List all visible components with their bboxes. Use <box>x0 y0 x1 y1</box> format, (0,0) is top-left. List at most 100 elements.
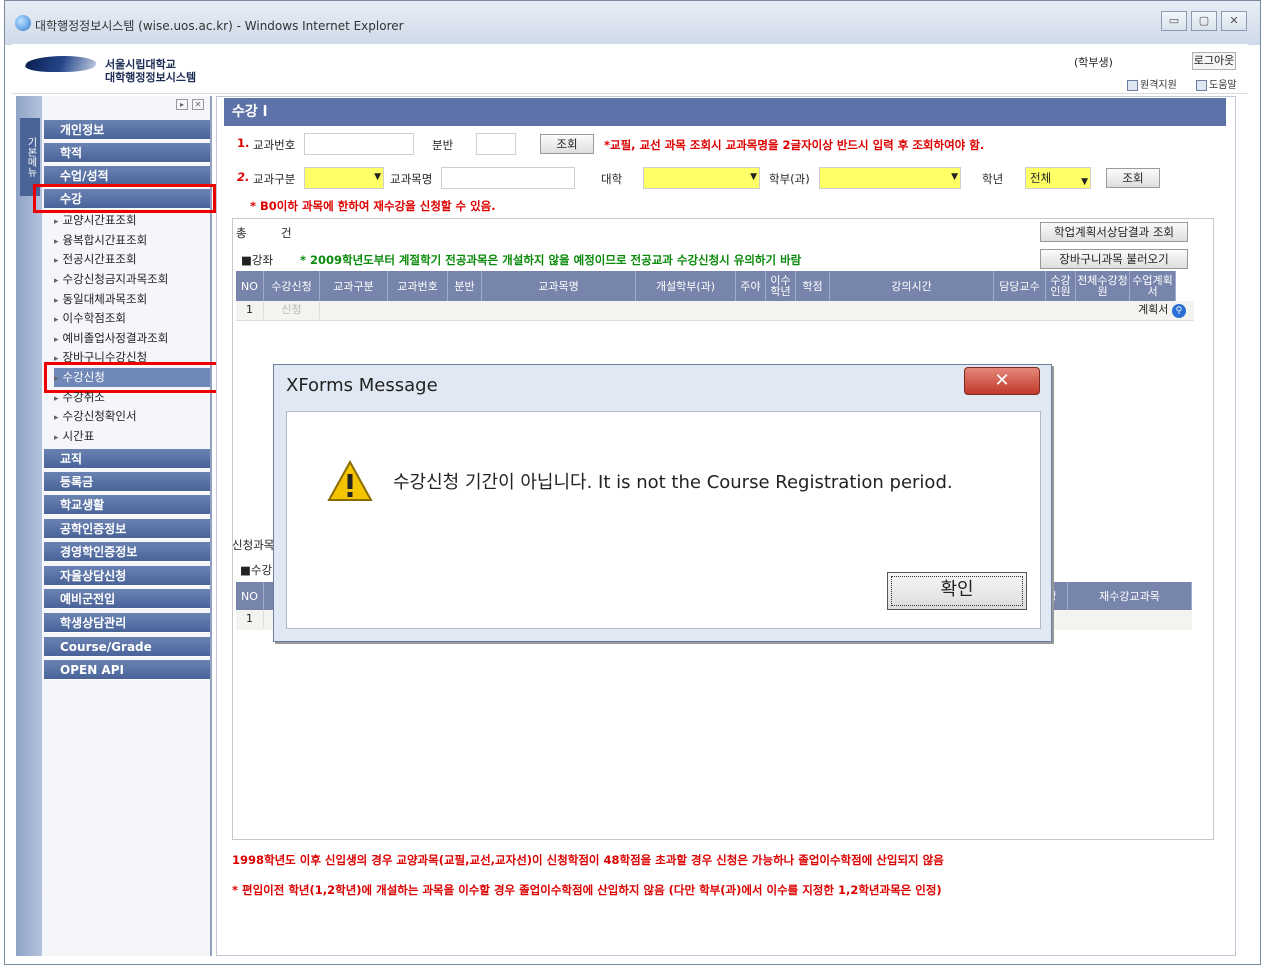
row1-number: 1. <box>237 136 249 150</box>
year-select[interactable]: 전체 ▼ <box>1025 167 1091 189</box>
help-label: 도움말 <box>1209 80 1237 91</box>
submenu-credits[interactable]: 이수학점조회 <box>54 309 210 328</box>
submenu-course-drop[interactable]: 수강취소 <box>54 388 210 407</box>
year-value: 전체 <box>1030 171 1052 185</box>
lecture-notice: * 2009학년도부터 계절학기 전공과목은 개설하지 않을 예정이므로 전공교… <box>300 253 802 267</box>
menu-counseling-request[interactable]: 자율상담신청 <box>44 566 210 586</box>
close-window-button[interactable]: ✕ <box>1221 11 1247 31</box>
remote-support-link[interactable]: 원격지원 <box>1127 76 1177 91</box>
college-select[interactable]: ▼ <box>643 167 760 189</box>
maximize-button[interactable]: ▢ <box>1191 11 1217 31</box>
row2-no: 1 <box>236 610 264 628</box>
course-no-input[interactable] <box>304 133 414 155</box>
logout-button[interactable]: 로그아웃 <box>1192 52 1236 70</box>
ie-icon <box>15 15 31 31</box>
dialog-title: XForms Message <box>286 375 438 396</box>
menu-course-grade[interactable]: Course/Grade <box>44 637 210 657</box>
course-no-label: 교과번호 <box>253 138 296 152</box>
menu-engineering-cert[interactable]: 공학인증정보 <box>44 519 210 539</box>
submenu-equivalent-courses[interactable]: 동일대체과목조회 <box>54 290 210 309</box>
th-year[interactable]: 이수학년 <box>766 271 796 301</box>
college-label: 대학 <box>601 172 623 186</box>
warning-icon <box>327 460 373 501</box>
total-label: 총 <box>236 226 247 240</box>
row2-num: 2. <box>237 170 250 184</box>
help-icon <box>1196 79 1207 91</box>
submenu-timetable[interactable]: 시간표 <box>54 427 210 446</box>
site-header: 서울시립대학교 대학행정정보시스템 (학부생) 로그아웃 원격지원 도움말 <box>12 44 1248 94</box>
th-apply[interactable]: 수강신청 <box>264 271 320 301</box>
dept-label: 학부(과) <box>769 172 810 186</box>
search-button-1[interactable]: 조회 <box>540 134 594 154</box>
collapse-icon[interactable]: ✕ <box>192 99 204 110</box>
th-dept[interactable]: 개설학부(과) <box>636 271 736 301</box>
menu-tuition[interactable]: 등록금 <box>44 472 210 492</box>
th-course-name[interactable]: 교과목명 <box>482 271 636 301</box>
menu-academic-record[interactable]: 학적 <box>44 143 210 163</box>
dept-select[interactable]: ▼ <box>819 167 961 189</box>
th-credits[interactable]: 학점 <box>796 271 830 301</box>
applied-sub-label: ■수강 <box>240 563 273 577</box>
th-section[interactable]: 분반 <box>448 271 482 301</box>
apply-button[interactable]: 신청 <box>264 301 320 319</box>
row-no: 1 <box>236 301 264 319</box>
help-link[interactable]: 도움말 <box>1196 76 1237 91</box>
menu-school-life[interactable]: 학교생활 <box>44 495 210 515</box>
minimize-button[interactable]: ▭ <box>1161 11 1187 31</box>
plan-consult-button[interactable]: 학업계획서상담결과 조회 <box>1040 222 1188 242</box>
user-role: (학부생) <box>1074 56 1113 69</box>
category-label: 교과구분 <box>253 172 296 186</box>
expand-icon[interactable]: ▸ <box>176 99 188 110</box>
remote-support-label: 원격지원 <box>1140 80 1177 91</box>
window-title: 대학행정정보시스템 (wise.uos.ac.kr) - Windows Int… <box>35 19 404 33</box>
th-course-no[interactable]: 교과번호 <box>388 271 448 301</box>
submenu-convergence-timetable[interactable]: 융복합시간표조회 <box>54 231 210 250</box>
left-bar <box>16 96 42 956</box>
xforms-dialog: XForms Message ✕ 수강신청 기간이 아닙니다. It is no… <box>273 364 1052 642</box>
course-name-label: 교과목명 <box>390 172 433 186</box>
title-bar: 대학행정정보시스템 (wise.uos.ac.kr) - Windows Int… <box>5 1 1260 45</box>
submenu-prohibited-courses[interactable]: 수강신청금지과목조회 <box>54 270 210 289</box>
th-day-night[interactable]: 주야 <box>736 271 766 301</box>
cart-load-button[interactable]: 장바구니과목 불러오기 <box>1040 249 1188 269</box>
menu-student-counseling[interactable]: 학생상담관리 <box>44 613 210 633</box>
ok-button[interactable]: 확인 <box>887 572 1027 610</box>
applied-courses-label: 신청과목 <box>232 538 275 552</box>
menu-reserve-forces[interactable]: 예비군전입 <box>44 589 210 609</box>
th-enrolled[interactable]: 수강인원 <box>1046 271 1076 301</box>
year-label: 학년 <box>982 172 1004 186</box>
count-label: 건 <box>281 226 292 240</box>
dialog-body: 수강신청 기간이 아닙니다. It is not the Course Regi… <box>286 411 1041 629</box>
th-category[interactable]: 교과구분 <box>320 271 388 301</box>
monitor-icon <box>1127 79 1138 91</box>
table-row: 1 신청 계획서 ⚲ <box>236 301 1194 321</box>
menu-class-grades[interactable]: 수업/성적 <box>44 166 210 186</box>
syllabus-link[interactable]: 계획서 ⚲ <box>1130 301 1194 319</box>
university-logo <box>23 56 99 72</box>
dialog-close-button[interactable]: ✕ <box>964 367 1040 395</box>
submenu-graduation-check[interactable]: 예비졸업사정결과조회 <box>54 329 210 348</box>
section-input[interactable] <box>476 133 516 155</box>
syllabus-label: 계획서 <box>1138 303 1169 316</box>
th-syllabus[interactable]: 수업계획서 <box>1130 271 1176 301</box>
th2-no[interactable]: NO <box>236 582 264 610</box>
submenu-major-timetable[interactable]: 전공시간표조회 <box>54 250 210 269</box>
menu-business-cert[interactable]: 경영학인증정보 <box>44 542 210 562</box>
section-label: 분반 <box>432 138 454 152</box>
menu-teaching[interactable]: 교직 <box>44 449 210 469</box>
th-professor[interactable]: 담당교수 <box>994 271 1046 301</box>
submenu-liberal-timetable[interactable]: 교양시간표조회 <box>54 211 210 230</box>
th-no[interactable]: NO <box>236 271 264 301</box>
menu-personal-info[interactable]: 개인정보 <box>44 120 210 140</box>
submenu-confirmation[interactable]: 수강신청확인서 <box>54 407 210 426</box>
course-table-header: NO 수강신청 교과구분 교과번호 분반 교과목명 개설학부(과) 주야 이수학… <box>236 271 1194 301</box>
logo-subtitle: 대학행정정보시스템 <box>105 71 197 84</box>
th-lecture-time[interactable]: 강의시간 <box>830 271 994 301</box>
course-name-input[interactable] <box>441 167 575 189</box>
menu-open-api[interactable]: OPEN API <box>44 660 210 680</box>
search-button-2[interactable]: 조회 <box>1106 168 1160 188</box>
category-select[interactable]: ▼ <box>304 167 384 189</box>
row1-num: 1. <box>237 136 250 150</box>
th-capacity[interactable]: 전체수강정원 <box>1076 271 1130 301</box>
th2-retake[interactable]: 재수강교과목 <box>1068 582 1192 610</box>
